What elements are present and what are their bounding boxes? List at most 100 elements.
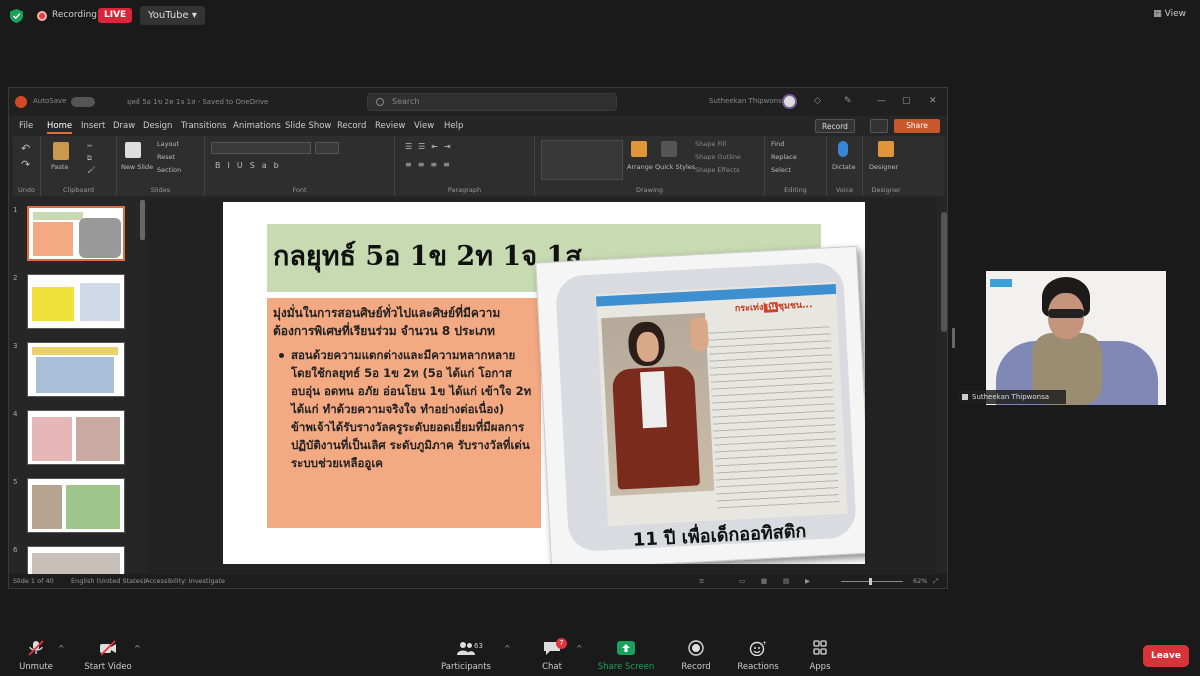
ppt-menu-bar: File Home Insert Draw Design Transitions Anima… (9, 116, 947, 136)
menu-item-insert[interactable]: Insert (81, 121, 105, 131)
undo-icon[interactable]: ↶ (21, 142, 30, 155)
format-painter-icon[interactable]: 🖌 (87, 166, 95, 174)
slideshow-icon[interactable]: ▶ (805, 577, 810, 585)
record-icon (688, 640, 704, 656)
slide-text-box[interactable]: มุ่งมั่นในการสอนศิษย์ทั่วไปและศิษย์ที่มี… (267, 298, 541, 528)
autosave-toggle[interactable] (71, 97, 95, 107)
select-button[interactable]: Select (771, 166, 791, 174)
user-avatar[interactable] (782, 94, 797, 109)
fit-slide-icon[interactable]: ⤢ (933, 577, 938, 586)
comments-button[interactable] (870, 119, 888, 133)
zoom-level[interactable]: 62% (913, 577, 927, 585)
font-style-buttons[interactable]: BIUSab (215, 161, 286, 170)
section-button[interactable]: Section (157, 166, 181, 174)
apps-button[interactable]: Apps (784, 638, 856, 674)
leave-meeting-button[interactable]: Leave (1143, 645, 1189, 667)
menu-item-file[interactable]: File (19, 121, 33, 131)
paste-icon[interactable] (53, 142, 69, 160)
diamond-icon[interactable]: ◇ (814, 96, 824, 106)
audio-options-chevron-icon[interactable]: ^ (58, 644, 65, 653)
shape-effects-button[interactable]: Shape Effects (695, 166, 740, 174)
pen-icon[interactable]: ✎ (844, 96, 854, 106)
ppt-record-button[interactable]: Record (815, 119, 855, 133)
list-buttons[interactable]: ☰☰⇤⇥ (405, 142, 457, 151)
background-logo (990, 279, 1012, 287)
shape-outline-button[interactable]: Shape Outline (695, 153, 741, 161)
minimize-icon[interactable]: — (877, 96, 887, 106)
align-buttons[interactable]: ≡≡≡≡ (405, 160, 456, 169)
arrange-icon[interactable] (631, 141, 647, 157)
font-family-select[interactable] (211, 142, 311, 154)
cut-icon[interactable]: ✂ (87, 142, 92, 150)
shared-powerpoint-window: AutoSave ยุทธ์ 5อ 1ข 2ท 1จ 1ส - Saved to… (8, 87, 948, 589)
font-size-select[interactable] (315, 142, 339, 154)
designer-button[interactable]: Designer (869, 163, 898, 171)
view-button-label: View (1164, 9, 1186, 19)
shape-fill-button[interactable]: Shape Fill (695, 140, 726, 148)
menu-item-view[interactable]: View (414, 121, 434, 131)
new-slide-icon[interactable] (125, 142, 141, 158)
shapes-gallery[interactable] (541, 140, 623, 180)
menu-item-draw[interactable]: Draw (113, 121, 135, 131)
menu-item-transitions[interactable]: Transitions (181, 121, 227, 131)
thumbnail-image (27, 274, 125, 329)
menu-item-record[interactable]: Record (337, 121, 366, 131)
thumbnail-scrollbar[interactable] (140, 200, 145, 240)
close-icon[interactable]: ✕ (929, 96, 939, 106)
livestream-platform-dropdown[interactable]: YouTube ▾ (140, 6, 205, 25)
participants-button[interactable]: 63 Participants (430, 638, 502, 674)
accessibility-status[interactable]: Accessibility: Investigate (145, 577, 225, 585)
quick-styles-icon[interactable] (661, 141, 677, 157)
current-slide[interactable]: กลยุทธ์ 5อ 1ข 2ท 1จ 1ส มุ่งมั่นในการสอนศ… (223, 202, 865, 564)
find-button[interactable]: Find (771, 140, 784, 148)
replace-button[interactable]: Replace (771, 153, 797, 161)
ribbon-group-paragraph: ☰☰⇤⇥ ≡≡≡≡ Paragraph (395, 136, 535, 196)
ribbon-group-label: Paragraph (447, 186, 482, 194)
notes-button[interactable]: ≡ (699, 577, 704, 585)
language-indicator[interactable]: English (United States) (71, 577, 146, 585)
ribbon-group-editing: Find Replace Select Editing (765, 136, 827, 196)
ppt-search-box[interactable]: Search (367, 93, 617, 111)
ppt-share-button[interactable]: Share (894, 119, 940, 133)
menu-item-help[interactable]: Help (444, 121, 463, 131)
chat-chevron-icon[interactable]: ^ (576, 644, 583, 653)
view-button[interactable]: ▦ View (1153, 9, 1186, 19)
new-slide-label[interactable]: New Slide (121, 163, 153, 171)
dictate-button[interactable]: Dictate (832, 163, 855, 171)
slide-sorter-icon[interactable]: ▦ (761, 577, 767, 585)
quick-styles-button[interactable]: Quick Styles (655, 163, 695, 171)
share-screen-button[interactable]: Share Screen (590, 638, 662, 674)
microphone-icon[interactable] (838, 141, 848, 157)
zoom-slider[interactable] (841, 581, 903, 582)
magazine-photo[interactable]: กระเท่งในชุมชน... 11 ปี เพื่อเด็กออทิสติ… (535, 245, 865, 564)
menu-item-design[interactable]: Design (143, 121, 172, 131)
designer-icon[interactable] (878, 141, 894, 157)
restore-icon[interactable]: ▢ (902, 96, 912, 106)
menu-item-slide-show[interactable]: Slide Show (285, 121, 331, 131)
copy-icon[interactable]: ⧉ (87, 154, 92, 163)
live-badge[interactable]: LIVE (98, 8, 133, 23)
menu-item-animations[interactable]: Animations (233, 121, 281, 131)
redo-icon[interactable]: ↷ (21, 158, 30, 171)
menu-item-review[interactable]: Review (375, 121, 405, 131)
participants-chevron-icon[interactable]: ^ (504, 644, 511, 653)
magazine-photo-image: กระเท่งในชุมชน... 11 ปี เพื่อเด็กออทิสติ… (554, 261, 857, 553)
menu-item-home[interactable]: Home (47, 121, 73, 134)
zoom-slider-handle[interactable] (869, 578, 872, 585)
editor-scrollbar[interactable] (941, 200, 947, 576)
security-shield-icon[interactable] (10, 9, 23, 23)
person-shirt (640, 371, 667, 429)
layout-button[interactable]: Layout (157, 140, 179, 148)
video-options-chevron-icon[interactable]: ^ (134, 644, 141, 653)
recording-indicator-icon (37, 11, 47, 21)
microphone-muted-icon (28, 640, 44, 656)
search-icon (376, 98, 384, 106)
paste-label: Paste (51, 163, 69, 171)
editor-scrollbar-thumb[interactable] (941, 212, 947, 332)
panel-resize-handle[interactable] (952, 328, 955, 348)
participant-video[interactable] (986, 271, 1166, 405)
reading-view-icon[interactable]: ▤ (783, 577, 789, 585)
normal-view-icon[interactable]: ▭ (739, 577, 745, 585)
reset-button[interactable]: Reset (157, 153, 175, 161)
arrange-button[interactable]: Arrange (627, 163, 653, 171)
